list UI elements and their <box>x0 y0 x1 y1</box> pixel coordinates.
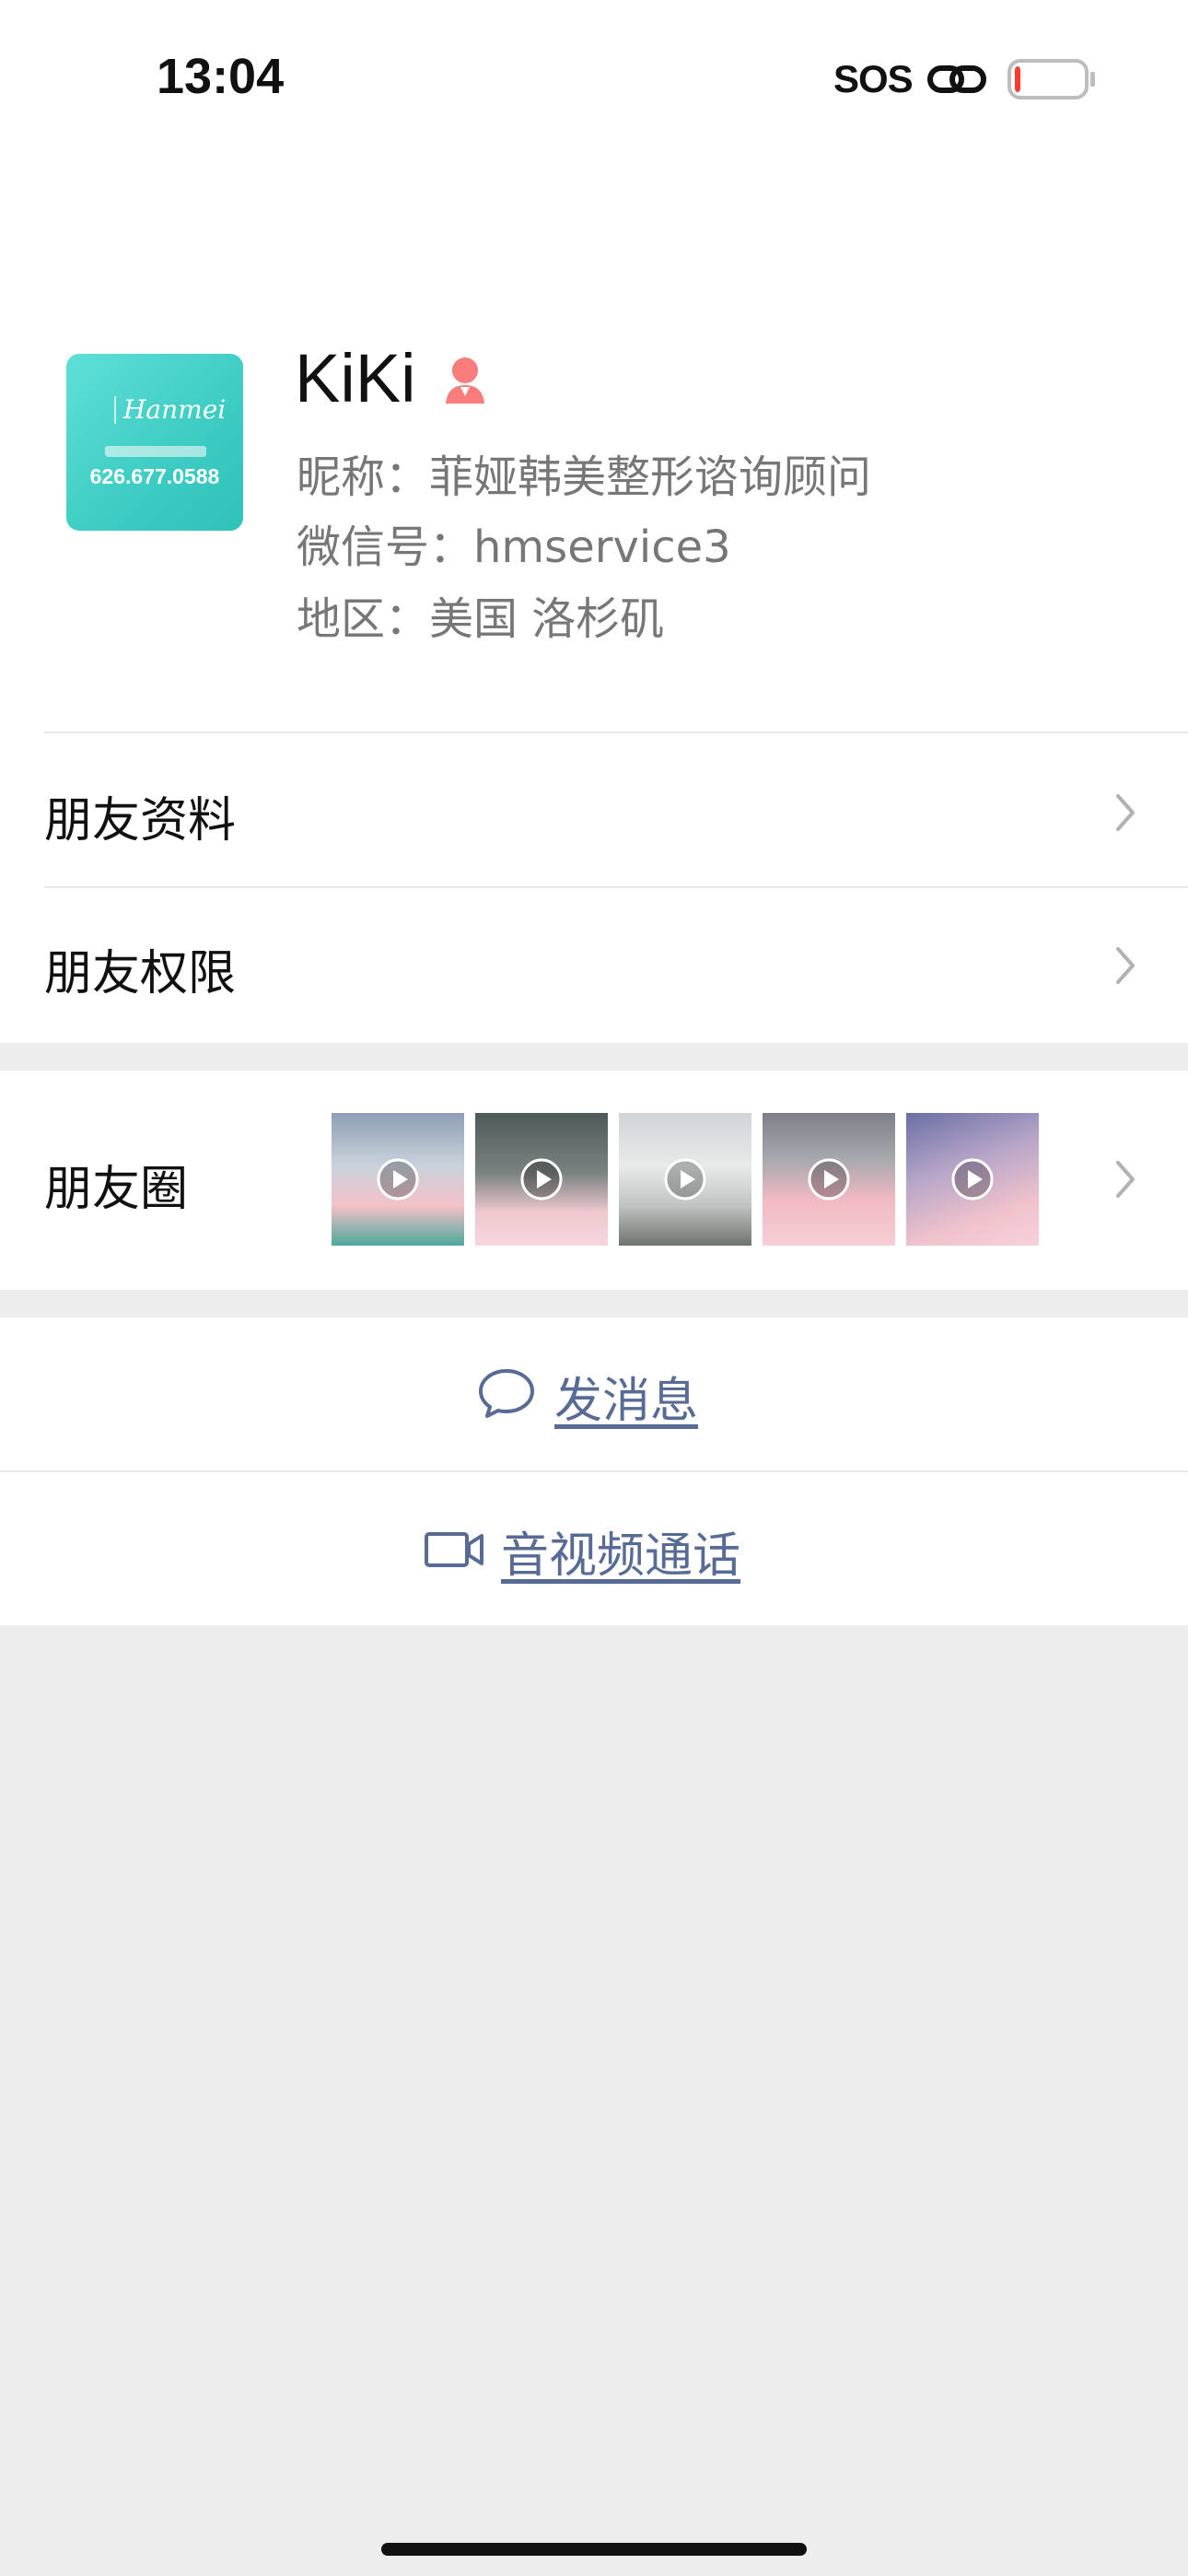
avatar[interactable]: Hanmei 626.677.0588 <box>66 354 243 531</box>
chevron-right-icon <box>1116 947 1135 984</box>
avatar-logo-mark <box>85 396 116 424</box>
play-icon <box>377 1158 419 1200</box>
home-indicator[interactable] <box>381 2543 807 2556</box>
region-text: 地区：美国 洛杉矶 <box>297 593 665 645</box>
send-message-label[interactable]: 发消息 <box>554 1362 698 1431</box>
voice-video-call-label[interactable]: 音视频通话 <box>501 1516 740 1586</box>
chevron-right-icon <box>1116 1161 1135 1198</box>
moment-video-thumbnail[interactable] <box>763 1113 895 1246</box>
moments-label: 朋友圈 <box>44 1162 189 1217</box>
play-icon <box>664 1158 706 1200</box>
moment-video-thumbnail[interactable] <box>475 1113 608 1246</box>
contact-name: KiKi <box>295 340 416 416</box>
link-icon <box>927 65 986 93</box>
battery-low-icon <box>1007 59 1095 100</box>
moment-video-thumbnail[interactable] <box>906 1113 1039 1246</box>
avatar-phone: 626.677.0588 <box>89 464 220 488</box>
chevron-right-icon <box>1116 794 1135 831</box>
moment-video-thumbnail[interactable] <box>619 1113 751 1246</box>
chat-bubble-icon <box>479 1369 534 1418</box>
friend-profile-row[interactable]: 朋友资料 <box>44 781 236 850</box>
status-bar: 13:04 SOS <box>0 0 1188 157</box>
divider <box>44 732 1188 733</box>
female-icon <box>446 357 484 404</box>
nickname-text: 昵称：菲娅韩美整形谘询顾问 <box>297 451 872 503</box>
video-camera-icon <box>425 1532 483 1567</box>
friend-permissions-row[interactable]: 朋友权限 <box>44 934 236 1003</box>
play-icon <box>951 1158 994 1200</box>
wechat-id-text[interactable]: 微信号：hmservice3 <box>297 510 731 575</box>
play-icon <box>520 1158 563 1200</box>
avatar-tagline-bar <box>105 446 206 457</box>
status-time: 13:04 <box>157 49 285 104</box>
moments-thumbnails[interactable] <box>332 1113 1041 1246</box>
play-icon <box>808 1158 850 1200</box>
moment-video-thumbnail[interactable] <box>332 1113 464 1246</box>
divider <box>44 886 1188 888</box>
sos-indicator: SOS <box>833 57 914 100</box>
avatar-brand: Hanmei <box>123 394 227 425</box>
